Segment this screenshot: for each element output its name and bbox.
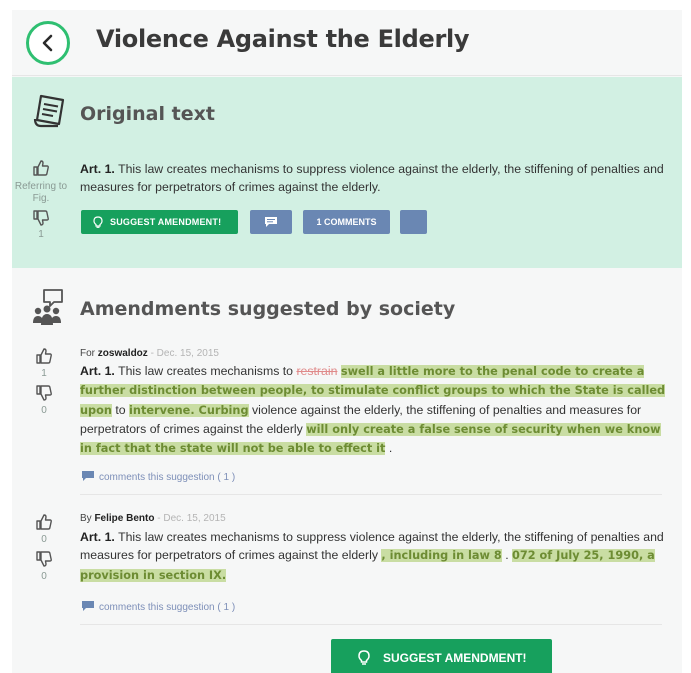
- inserted-text: intervene. Curbing: [129, 403, 249, 417]
- back-button[interactable]: [26, 21, 70, 65]
- comment-button[interactable]: [250, 210, 292, 234]
- divider: [80, 624, 662, 625]
- comment-icon: [265, 217, 277, 227]
- lightbulb-icon: [93, 216, 103, 228]
- inserted-text: , including in law 8: [381, 549, 502, 563]
- suggest-amendment-label: SUGGEST AMENDMENT!: [110, 217, 222, 227]
- author-date: - Dec. 15, 2015: [157, 513, 226, 524]
- lightbulb-icon: [358, 650, 370, 665]
- amendment-2-meta: By Felipe Bento - Dec. 15, 2015: [80, 513, 226, 524]
- dislike-count: 0: [41, 571, 47, 582]
- comments-count-button[interactable]: 1 COMMENTS: [303, 210, 390, 234]
- amendment-1-comments-link[interactable]: comments this suggestion ( 1 ): [81, 470, 235, 483]
- author-name[interactable]: zoswaldoz: [98, 348, 148, 359]
- author-prefix: For: [80, 348, 95, 359]
- amendment-1-votes: 1 0: [19, 347, 69, 417]
- dislike-count: 0: [41, 405, 47, 416]
- author-name[interactable]: Felipe Bento: [94, 513, 154, 524]
- comments-label: comments this suggestion ( 1 ): [99, 472, 236, 483]
- dislike-count: 1: [38, 229, 44, 240]
- thumbs-down-icon[interactable]: [35, 550, 53, 568]
- thumbs-down-icon[interactable]: [32, 209, 50, 227]
- author-date: - Dec. 15, 2015: [150, 348, 219, 359]
- amendment-2-votes: 0 0: [19, 513, 69, 583]
- article-label: Art. 1.: [80, 364, 115, 378]
- people-discussion-icon: [33, 289, 63, 325]
- original-votes: Referring to Fig. 1: [14, 159, 68, 241]
- thumbs-up-icon[interactable]: [35, 347, 53, 365]
- divider: [80, 494, 662, 495]
- text-segment: .: [388, 441, 393, 456]
- comment-icon: [82, 471, 94, 481]
- original-text-section: Original text Referring to Fig. 1 Art. 1…: [12, 77, 682, 268]
- suggest-amendment-bottom-label: SUGGEST AMENDMENT!: [383, 651, 527, 665]
- article-text: This law creates mechanisms to suppress …: [80, 162, 664, 195]
- suggest-amendment-bottom-button[interactable]: SUGGEST AMENDMENT!: [331, 639, 552, 673]
- original-article: Art. 1. This law creates mechanisms to s…: [80, 160, 668, 197]
- more-button[interactable]: [400, 210, 427, 234]
- page-header: Violence Against the Elderly: [12, 10, 682, 76]
- amendment-2-comments-link[interactable]: comments this suggestion ( 1 ): [81, 600, 235, 613]
- article-label: Art. 1.: [80, 530, 115, 544]
- author-prefix: By: [80, 513, 92, 524]
- chevron-left-icon: [42, 34, 53, 52]
- like-count: 1: [41, 368, 47, 379]
- amendment-1-text: Art. 1. This law creates mechanisms to r…: [80, 362, 670, 458]
- like-count: 0: [41, 534, 47, 545]
- original-text-title: Original text: [80, 103, 215, 125]
- text-segment: to: [115, 402, 126, 417]
- document-icon: [33, 94, 65, 128]
- text-segment: This law creates mechanisms to: [118, 364, 294, 378]
- amendment-1-meta: For zoswaldoz - Dec. 15, 2015: [80, 348, 219, 359]
- page: Violence Against the Elderly Original te…: [12, 10, 682, 673]
- comments-label: comments this suggestion ( 1 ): [99, 602, 236, 613]
- page-title: Violence Against the Elderly: [96, 25, 470, 53]
- comment-icon: [82, 601, 94, 611]
- thumbs-down-icon[interactable]: [35, 384, 53, 402]
- amendment-2-text: Art. 1. This law creates mechanisms to s…: [80, 528, 670, 585]
- thumbs-up-icon[interactable]: [35, 513, 53, 531]
- comments-count-label: 1 COMMENTS: [316, 217, 377, 227]
- article-label: Art. 1.: [80, 162, 115, 176]
- text-segment: .: [505, 548, 509, 563]
- suggest-amendment-button[interactable]: SUGGEST AMENDMENT!: [81, 210, 238, 234]
- referring-label: Referring to Fig.: [14, 181, 68, 204]
- amendments-section: Amendments suggested by society 1 0 For …: [12, 268, 682, 673]
- struck-text: restrain: [296, 364, 338, 378]
- thumbs-up-icon[interactable]: [32, 159, 50, 177]
- amendments-title: Amendments suggested by society: [80, 298, 456, 320]
